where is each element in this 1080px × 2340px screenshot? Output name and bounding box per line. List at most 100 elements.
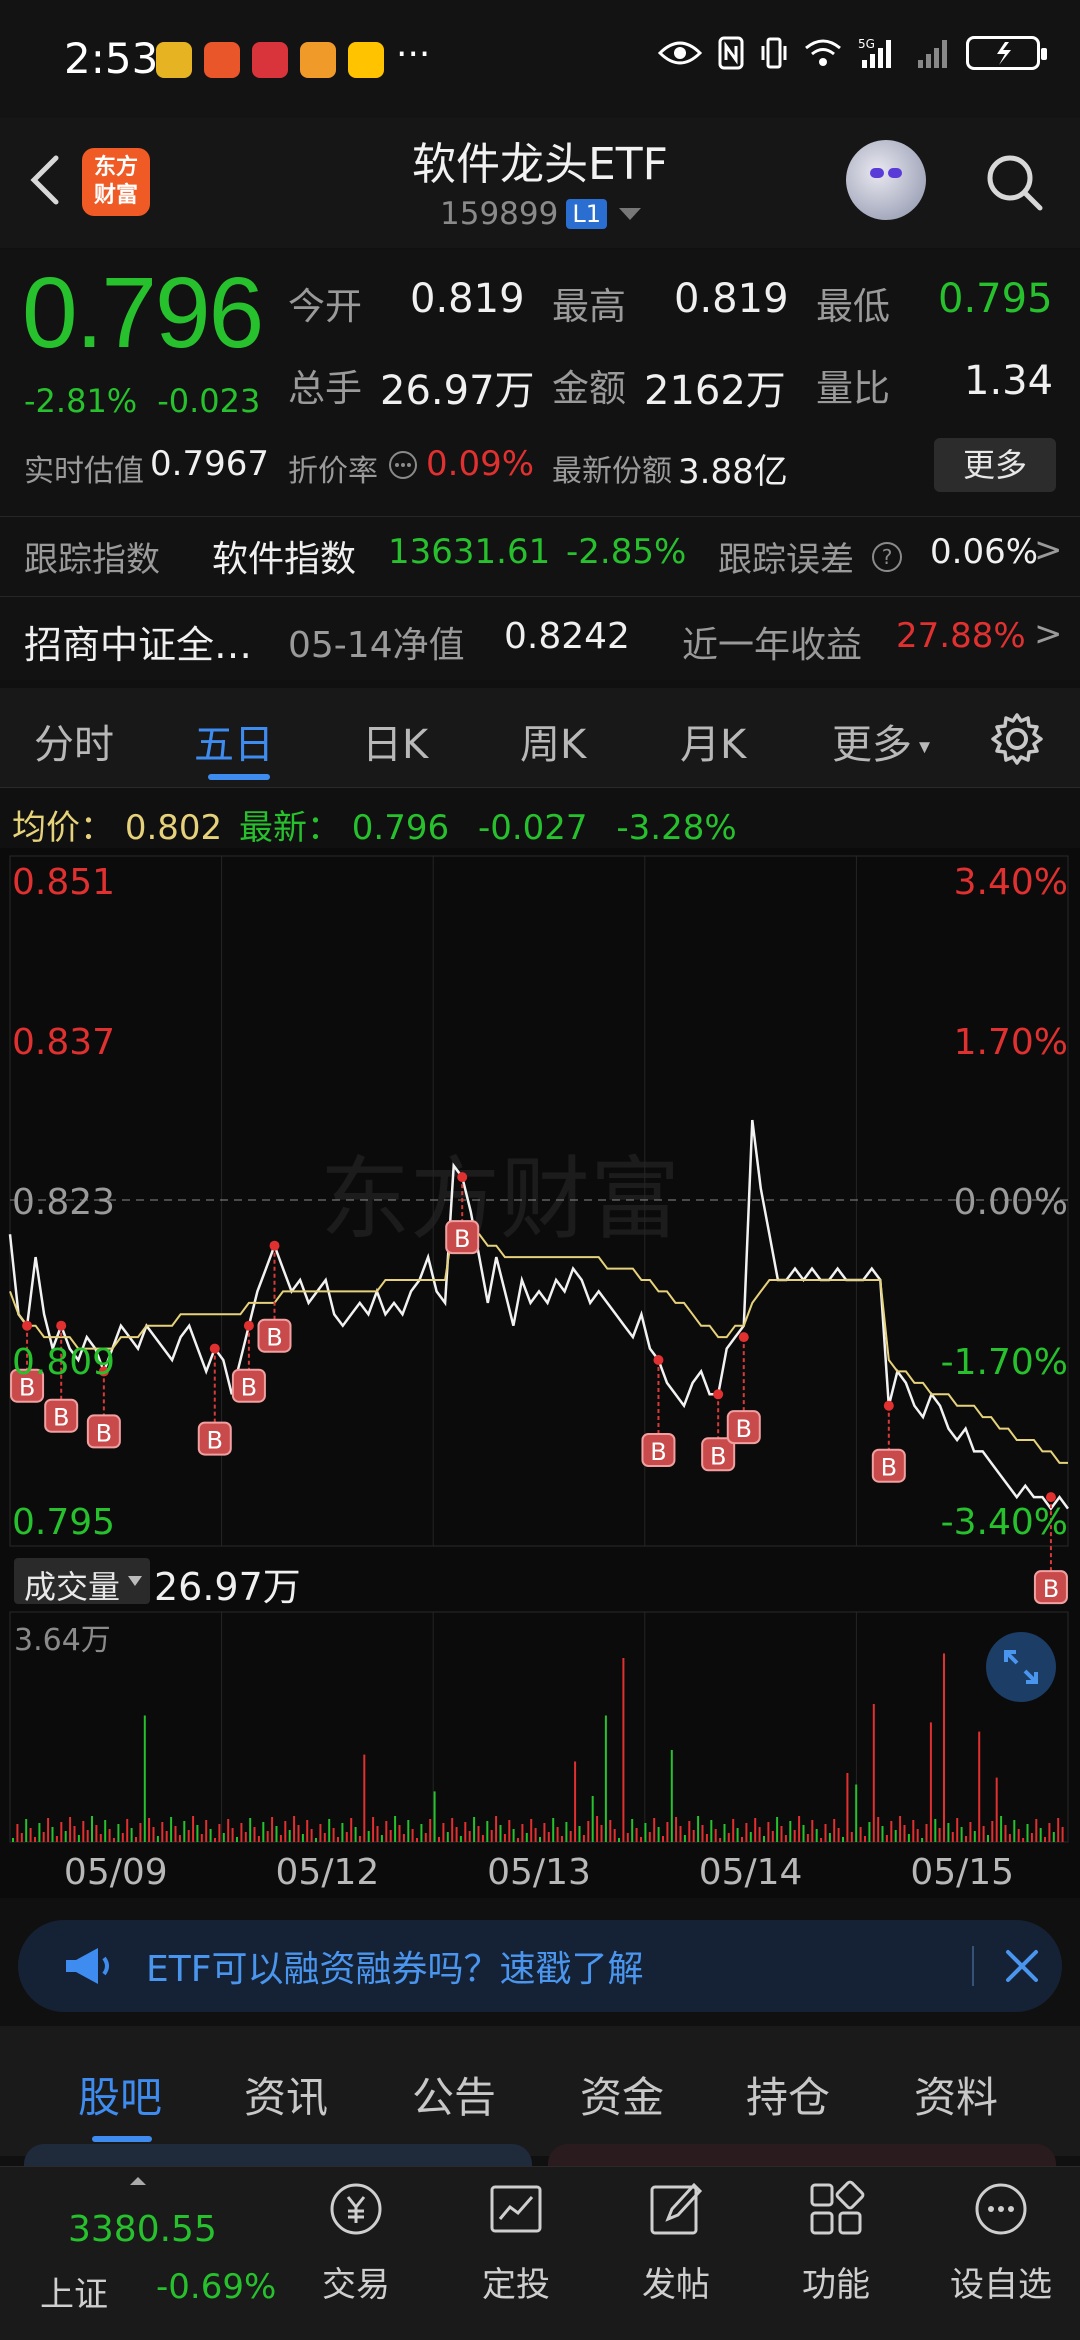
volume-bar bbox=[227, 1819, 230, 1842]
nav-functions[interactable]: 功能 bbox=[786, 2179, 886, 2306]
tab-monthly-k[interactable]: 月K bbox=[680, 712, 746, 770]
discount-value: 0.09% bbox=[426, 444, 535, 484]
status-time: 2:53 bbox=[64, 34, 159, 83]
nav-fixed-invest[interactable]: 定投 bbox=[466, 2179, 566, 2306]
volume-bar bbox=[279, 1835, 282, 1842]
volume-bar bbox=[885, 1835, 888, 1842]
buy-marker-label: B bbox=[266, 1324, 282, 1352]
chart-info-line: 均价： 0.802 最新： 0.796 -0.027 -3.28% bbox=[12, 800, 737, 849]
volume-bar bbox=[42, 1832, 45, 1842]
volume-bar bbox=[178, 1835, 181, 1842]
volume-bar bbox=[244, 1832, 247, 1842]
status-indicators: 5G bbox=[658, 36, 1047, 70]
tab-five-day[interactable]: 五日 bbox=[194, 712, 274, 770]
volume-bar bbox=[508, 1820, 511, 1842]
y-tick-right: 1.70% bbox=[954, 1022, 1068, 1063]
index-name[interactable]: 上证 bbox=[40, 2267, 108, 2316]
volume-bar bbox=[512, 1829, 515, 1842]
fund-name[interactable]: 招商中证全… bbox=[24, 614, 252, 669]
nav-post[interactable]: 发帖 bbox=[626, 2179, 726, 2306]
buy-marker-dot bbox=[1045, 1492, 1056, 1503]
y-tick-left: 0.823 bbox=[12, 1182, 115, 1223]
volume-bar bbox=[108, 1829, 111, 1842]
security-code[interactable]: 159899 L1 bbox=[440, 196, 641, 232]
index-value[interactable]: 3380.55 bbox=[68, 2209, 217, 2250]
nav-add-watchlist[interactable]: 设自选 bbox=[946, 2179, 1056, 2306]
volume-bar bbox=[754, 1818, 757, 1842]
volume-bar bbox=[249, 1818, 252, 1842]
volume-bar bbox=[231, 1828, 234, 1842]
tab-news[interactable]: 资讯 bbox=[244, 2064, 328, 2125]
volume-bar bbox=[763, 1836, 765, 1842]
volume-bar bbox=[951, 1832, 954, 1842]
tab-daily-k[interactable]: 日K bbox=[362, 712, 428, 770]
volume-value: 26.97万 bbox=[380, 368, 535, 414]
volume-bar bbox=[451, 1818, 454, 1842]
content-tabs: 股吧 资讯 公告 资金 持仓 资料 bbox=[0, 2026, 1080, 2156]
tab-guba[interactable]: 股吧 bbox=[78, 2064, 162, 2125]
buy-marker-label: B bbox=[881, 1454, 897, 1482]
help-icon[interactable]: ? bbox=[872, 542, 902, 572]
five-day-chart[interactable]: 东方财富 BBB BBBBB BBBB 0.8510.8370.8230.8090.… bbox=[0, 848, 1080, 1898]
volume-bar bbox=[323, 1833, 326, 1842]
volume-bar bbox=[723, 1824, 726, 1842]
volume-bar bbox=[745, 1823, 748, 1842]
search-icon[interactable] bbox=[982, 150, 1046, 214]
tab-more[interactable]: 更多 ▾ bbox=[832, 712, 930, 770]
volume-bar bbox=[899, 1816, 902, 1842]
more-button[interactable]: 更多 bbox=[934, 438, 1056, 492]
promo-banner[interactable]: ETF可以融资融券吗？速戳了解 bbox=[18, 1920, 1062, 2012]
assistant-robot-icon[interactable] bbox=[846, 140, 926, 220]
tab-intraday[interactable]: 分时 bbox=[34, 712, 114, 770]
gear-icon[interactable] bbox=[990, 712, 1044, 766]
tab-capital[interactable]: 资金 bbox=[580, 2064, 664, 2125]
volume-bar bbox=[1052, 1832, 1055, 1842]
volume-bar bbox=[697, 1816, 700, 1842]
caret-up-icon[interactable] bbox=[130, 2177, 146, 2185]
buy-marker-dot bbox=[738, 1332, 749, 1343]
volume-bar bbox=[25, 1819, 28, 1842]
banner-text[interactable]: ETF可以融资融券吗？速戳了解 bbox=[146, 1940, 643, 1992]
volume-bar bbox=[135, 1837, 137, 1842]
close-icon[interactable] bbox=[1004, 1948, 1040, 1984]
year-return-label: 近一年收益 bbox=[682, 625, 863, 666]
volume-bar bbox=[257, 1836, 260, 1842]
info-dots-icon[interactable] bbox=[388, 450, 418, 480]
track-index-name[interactable]: 软件指数 bbox=[212, 530, 356, 582]
chevron-right-icon[interactable]: > bbox=[1034, 530, 1063, 570]
volume-bar bbox=[337, 1837, 339, 1842]
volume-bar bbox=[872, 1704, 875, 1842]
volume-bar bbox=[539, 1837, 541, 1842]
shares-label: 最新份额 bbox=[552, 454, 672, 489]
volume-bar bbox=[240, 1823, 243, 1842]
volume-bar bbox=[86, 1830, 89, 1842]
volume-indicator-select[interactable]: 成交量 bbox=[14, 1558, 150, 1606]
volume-bar bbox=[635, 1828, 638, 1842]
volume-bar bbox=[552, 1818, 555, 1842]
volume-bar bbox=[587, 1821, 590, 1842]
track-index-change: -2.85% bbox=[566, 532, 687, 572]
tab-announcements[interactable]: 公告 bbox=[412, 2064, 496, 2125]
huawei-icon bbox=[252, 42, 288, 78]
volume-bar bbox=[47, 1818, 50, 1842]
volume-bar bbox=[499, 1825, 502, 1842]
volume-bar bbox=[1061, 1827, 1064, 1842]
tab-holdings[interactable]: 持仓 bbox=[746, 2064, 830, 2125]
volume-bar bbox=[165, 1831, 168, 1842]
tab-weekly-k[interactable]: 周K bbox=[520, 712, 586, 770]
volume-bar bbox=[741, 1837, 743, 1842]
volume-bar bbox=[341, 1823, 344, 1842]
chevron-right-icon[interactable]: > bbox=[1034, 614, 1063, 654]
high-field: 最高 bbox=[552, 285, 626, 328]
index-change: -0.69% bbox=[156, 2267, 277, 2307]
tab-profile[interactable]: 资料 bbox=[914, 2064, 998, 2125]
status-bar: 2:53 ··· 5G bbox=[0, 0, 1080, 118]
volume-bar bbox=[837, 1828, 840, 1842]
volume-bar bbox=[815, 1829, 818, 1842]
level-badge: L1 bbox=[566, 199, 607, 229]
volume-bar bbox=[253, 1827, 256, 1842]
nav-trade[interactable]: 交易 bbox=[306, 2179, 406, 2306]
buy-marker-dot bbox=[56, 1320, 67, 1331]
expand-chart-button[interactable] bbox=[986, 1632, 1056, 1702]
volume-bar bbox=[385, 1821, 388, 1842]
